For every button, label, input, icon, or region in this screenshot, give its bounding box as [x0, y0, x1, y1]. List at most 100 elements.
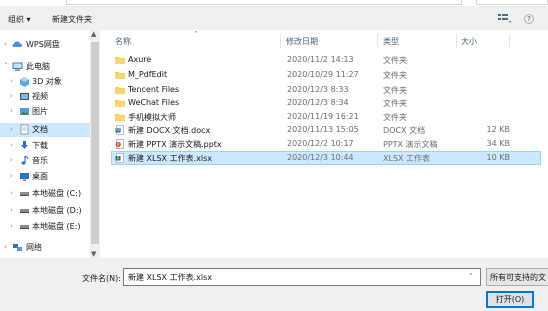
nav-item-desktop[interactable]: › 桌面	[0, 170, 90, 184]
svg-text:X: X	[117, 156, 120, 161]
file-type: XLSX 工作表	[383, 154, 431, 163]
drive-icon	[20, 209, 29, 213]
file-size: 10 KB	[486, 153, 510, 162]
expand-arrow-icon[interactable]: ›	[10, 141, 13, 149]
open-file-dialog: 组织 ▾ 新建文件夹 ? › WPS网盘 ˅ 此电脑 › 3D 对象 › 视频 …	[0, 0, 548, 311]
network-icon	[13, 244, 22, 251]
scroll-down-icon[interactable]: ▼	[91, 250, 96, 258]
new-folder-button[interactable]: 新建文件夹	[52, 14, 92, 25]
nav-item-pictures[interactable]: › 图片	[0, 105, 90, 119]
column-header-name[interactable]: 名称	[115, 36, 131, 47]
nav-item-label: 3D 对象	[32, 77, 62, 86]
nav-item-this-pc[interactable]: ˅ 此电脑	[0, 60, 90, 74]
file-row[interactable]: 手机模拟大师 2020/11/19 16:21 文件夹	[112, 111, 540, 123]
expand-arrow-icon[interactable]: ›	[10, 156, 13, 164]
expand-arrow-icon[interactable]: ›	[10, 125, 13, 133]
column-divider[interactable]	[377, 34, 378, 48]
svg-text:W: W	[116, 128, 120, 133]
file-row-selected[interactable]: X 新建 XLSX 工作表.xlsx 2020/12/3 10:44 XLSX …	[111, 151, 541, 165]
nav-item-wps-cloud[interactable]: › WPS网盘	[0, 38, 90, 52]
nav-item-music[interactable]: › 音乐	[0, 154, 90, 168]
open-button[interactable]: 打开(O)	[486, 291, 534, 308]
nav-item-drive-c[interactable]: › 本地磁盘 (C:)	[0, 187, 90, 201]
file-name: Tencent Files	[128, 85, 180, 94]
column-divider[interactable]	[509, 34, 510, 48]
expand-arrow-icon[interactable]: ›	[10, 206, 13, 214]
file-type: 文件夹	[383, 86, 407, 95]
filename-input[interactable]: 新建 XLSX 工作表.xlsx	[123, 268, 481, 286]
file-type: 文件夹	[383, 99, 407, 108]
xlsx-file-icon: X	[115, 153, 124, 163]
file-row[interactable]: W 新建 DOCX 文档.docx 2020/11/13 15:05 DOCX …	[112, 124, 540, 136]
file-row[interactable]: Axure 2020/11/2 14:13 文件夹	[112, 54, 540, 66]
help-button[interactable]: ?	[524, 14, 534, 24]
file-row[interactable]: P 新建 PPTX 演示文稿.pptx 2020/12/2 10:17 PPTX…	[112, 138, 540, 150]
expand-arrow-icon[interactable]: ›	[4, 40, 7, 48]
file-name-panel: 文件名(N): 新建 XLSX 工作表.xlsx ˅ 所有可支持的文 打开(O)	[0, 258, 548, 311]
toolbar: 组织 ▾ 新建文件夹 ?	[0, 6, 548, 30]
expand-arrow-icon[interactable]: ›	[10, 107, 13, 115]
video-icon	[20, 93, 29, 100]
scrollbar-thumb[interactable]	[91, 42, 99, 244]
nav-item-videos[interactable]: › 视频	[0, 90, 90, 104]
file-name: WeChat Files	[128, 98, 180, 107]
file-row[interactable]: WeChat Files 2020/12/3 8:34 文件夹	[112, 97, 540, 109]
file-modified: 2020/12/3 10:44	[287, 153, 354, 162]
search-box[interactable]	[476, 0, 548, 5]
file-name: Axure	[128, 55, 152, 64]
nav-scrollbar[interactable]: ▲ ▼	[90, 30, 100, 258]
view-list-icon	[498, 14, 511, 23]
column-divider[interactable]	[456, 34, 457, 48]
nav-item-label: WPS网盘	[26, 40, 60, 49]
nav-item-label: 本地磁盘 (C:)	[32, 189, 82, 198]
scroll-up-icon[interactable]: ▲	[91, 30, 96, 38]
file-row[interactable]: M_PdfEdit 2020/10/29 11:27 文件夹	[112, 69, 540, 81]
expand-arrow-icon[interactable]: ›	[10, 189, 13, 197]
nav-item-documents[interactable]: › 文档	[0, 123, 90, 137]
nav-item-drive-d[interactable]: › 本地磁盘 (D:)	[0, 204, 90, 218]
column-divider[interactable]	[280, 34, 281, 48]
download-icon	[21, 141, 28, 149]
music-icon	[21, 155, 28, 165]
file-type: 文件夹	[383, 71, 407, 80]
address-bar[interactable]	[66, 0, 462, 5]
collapse-arrow-icon[interactable]: ˅	[4, 62, 8, 70]
nav-item-downloads[interactable]: › 下载	[0, 139, 90, 153]
nav-item-label: 网络	[26, 243, 42, 252]
expand-arrow-icon[interactable]: ›	[10, 77, 13, 85]
folder-icon	[115, 72, 125, 79]
column-header-type[interactable]: 类型	[383, 36, 399, 47]
expand-arrow-icon[interactable]: ›	[10, 92, 13, 100]
file-name: M_PdfEdit	[128, 70, 168, 79]
file-type: DOCX 文档	[383, 126, 426, 135]
nav-item-label: 图片	[32, 107, 48, 116]
nav-item-network[interactable]: › 网络	[0, 241, 90, 255]
chevron-down-icon[interactable]: ˅	[469, 273, 473, 281]
expand-arrow-icon[interactable]: ›	[4, 243, 7, 251]
nav-item-drive-e[interactable]: › 本地磁盘 (E:)	[0, 220, 90, 234]
organize-button[interactable]: 组织 ▾	[8, 14, 31, 25]
3d-objects-icon	[20, 77, 29, 87]
expand-arrow-icon[interactable]: ›	[10, 222, 13, 230]
file-type: PPTX 演示文稿	[383, 140, 438, 149]
file-name: 手机模拟大师	[128, 113, 176, 122]
file-name: 新建 XLSX 工作表.xlsx	[128, 154, 212, 163]
folder-icon	[115, 87, 125, 94]
nav-item-label: 文档	[32, 125, 48, 134]
drive-icon	[20, 225, 29, 229]
view-options-button[interactable]	[497, 12, 512, 25]
nav-item-3d-objects[interactable]: › 3D 对象	[0, 75, 90, 89]
column-header-size[interactable]: 大小	[461, 36, 477, 47]
drive-icon	[20, 192, 29, 196]
expand-arrow-icon[interactable]: ›	[10, 172, 13, 180]
nav-item-label: 本地磁盘 (E:)	[32, 222, 81, 231]
nav-item-label: 桌面	[32, 172, 48, 181]
folder-icon	[115, 114, 125, 121]
column-header-modified[interactable]: 修改日期	[286, 36, 318, 47]
file-modified: 2020/12/3 8:34	[287, 98, 349, 107]
file-modified: 2020/10/29 11:27	[287, 70, 359, 79]
file-type-select[interactable]: 所有可支持的文	[486, 268, 548, 286]
nav-item-label: 音乐	[32, 156, 48, 165]
file-row[interactable]: Tencent Files 2020/12/3 8:33 文件夹	[112, 84, 540, 96]
file-modified: 2020/12/2 10:17	[287, 139, 354, 148]
